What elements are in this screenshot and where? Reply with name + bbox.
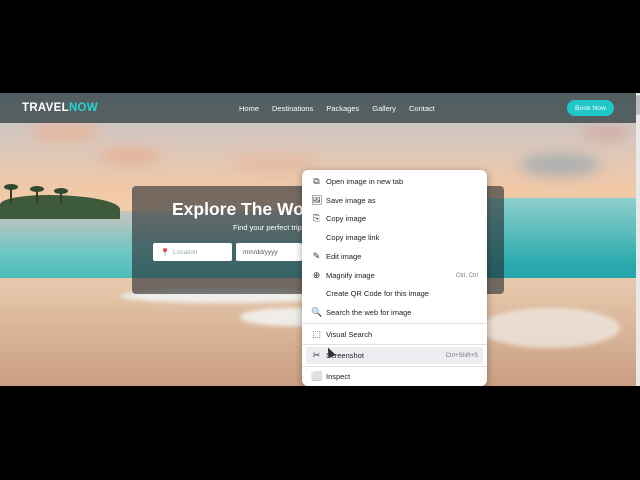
menu-separator [302,366,487,367]
cloud [30,121,100,143]
screenshot-icon: ✂ [312,350,321,360]
nav-link-contact[interactable]: Contact [409,104,435,113]
menu-item-open-new-tab[interactable]: ⧉ Open image in new tab [306,173,483,190]
menu-item-search-web-for-image[interactable]: 🔍 Search the web for image [306,304,483,321]
palm-tree [54,188,68,203]
inspect-icon: ⬜ [311,371,323,381]
book-now-button[interactable]: Book Now [567,100,614,116]
brand-part2: NOW [68,102,98,114]
nav-link-gallery[interactable]: Gallery [372,104,396,113]
menu-item-label: Magnify image [326,271,375,280]
menu-item-label: Inspect [326,372,351,381]
wave-foam [480,308,620,348]
nav-link-destinations[interactable]: Destinations [272,104,313,113]
menu-item-save-image-as[interactable]: 🖼 Save image as [306,192,483,209]
brand-part1: TRAVEL [22,102,69,114]
location-input[interactable]: 📍 Location [153,243,232,261]
nav-links: Home Destinations Packages Gallery Conta… [239,93,435,123]
nav-link-packages[interactable]: Packages [326,104,359,113]
cloud [100,148,160,164]
menu-separator [302,344,487,345]
new-tab-icon: ⧉ [313,176,320,186]
menu-item-label: Visual Search [326,330,373,339]
menu-item-label: Copy image [326,214,367,223]
nav-link-home[interactable]: Home [239,104,259,113]
menu-separator [302,323,487,324]
browser-viewport: TRAVELNOW Home Destinations Packages Gal… [0,93,640,386]
date-input[interactable]: mm/dd/yyyy [236,243,302,261]
image-search-icon: 🔍 [311,307,323,317]
magnify-icon: ⊕ [312,270,321,280]
menu-item-shortcut: Ctrl, Ctrl [456,272,478,279]
menu-item-label: Copy image link [326,233,380,242]
palm-tree [30,186,44,203]
location-pin-icon: 📍 [160,247,170,257]
palm-tree [4,184,18,203]
menu-item-label: Search the web for image [326,308,412,317]
top-navbar: TRAVELNOW Home Destinations Packages Gal… [0,93,640,123]
cloud [580,126,630,140]
visual-search-icon: ⬚ [312,329,321,339]
cloud [520,153,600,177]
menu-item-copy-image-link[interactable]: Copy image link [306,229,483,246]
menu-item-label: Edit image [326,252,362,261]
hero-subtitle: Find your perfect trip [233,223,302,232]
menu-item-create-qr-code[interactable]: Create QR Code for this image [306,285,483,302]
save-image-icon: 🖼 [311,195,323,205]
menu-item-magnify-image[interactable]: ⊕ Magnify image Ctrl, Ctrl [306,267,483,284]
copy-image-icon: ⎘ [312,213,321,223]
page-scrollbar[interactable] [636,93,640,386]
brand-logo[interactable]: TRAVELNOW [22,102,98,114]
date-placeholder: mm/dd/yyyy [243,248,278,256]
menu-item-visual-search[interactable]: ⬚ Visual Search [306,326,483,343]
menu-item-label: Open image in new tab [326,177,404,186]
location-placeholder: Location [172,248,198,256]
menu-item-copy-image[interactable]: ⎘ Copy image [306,210,483,227]
menu-item-inspect[interactable]: ⬜ Inspect [306,368,483,385]
menu-item-shortcut: Ctrl+Shift+S [445,352,478,359]
menu-item-edit-image[interactable]: ✎ Edit image [306,248,483,265]
edit-image-icon: ✎ [312,251,321,261]
menu-item-label: Save image as [326,196,376,205]
hero-title: Explore The Wo [172,199,304,219]
scrollbar-thumb[interactable] [636,95,640,115]
menu-item-label: Create QR Code for this image [326,289,429,298]
